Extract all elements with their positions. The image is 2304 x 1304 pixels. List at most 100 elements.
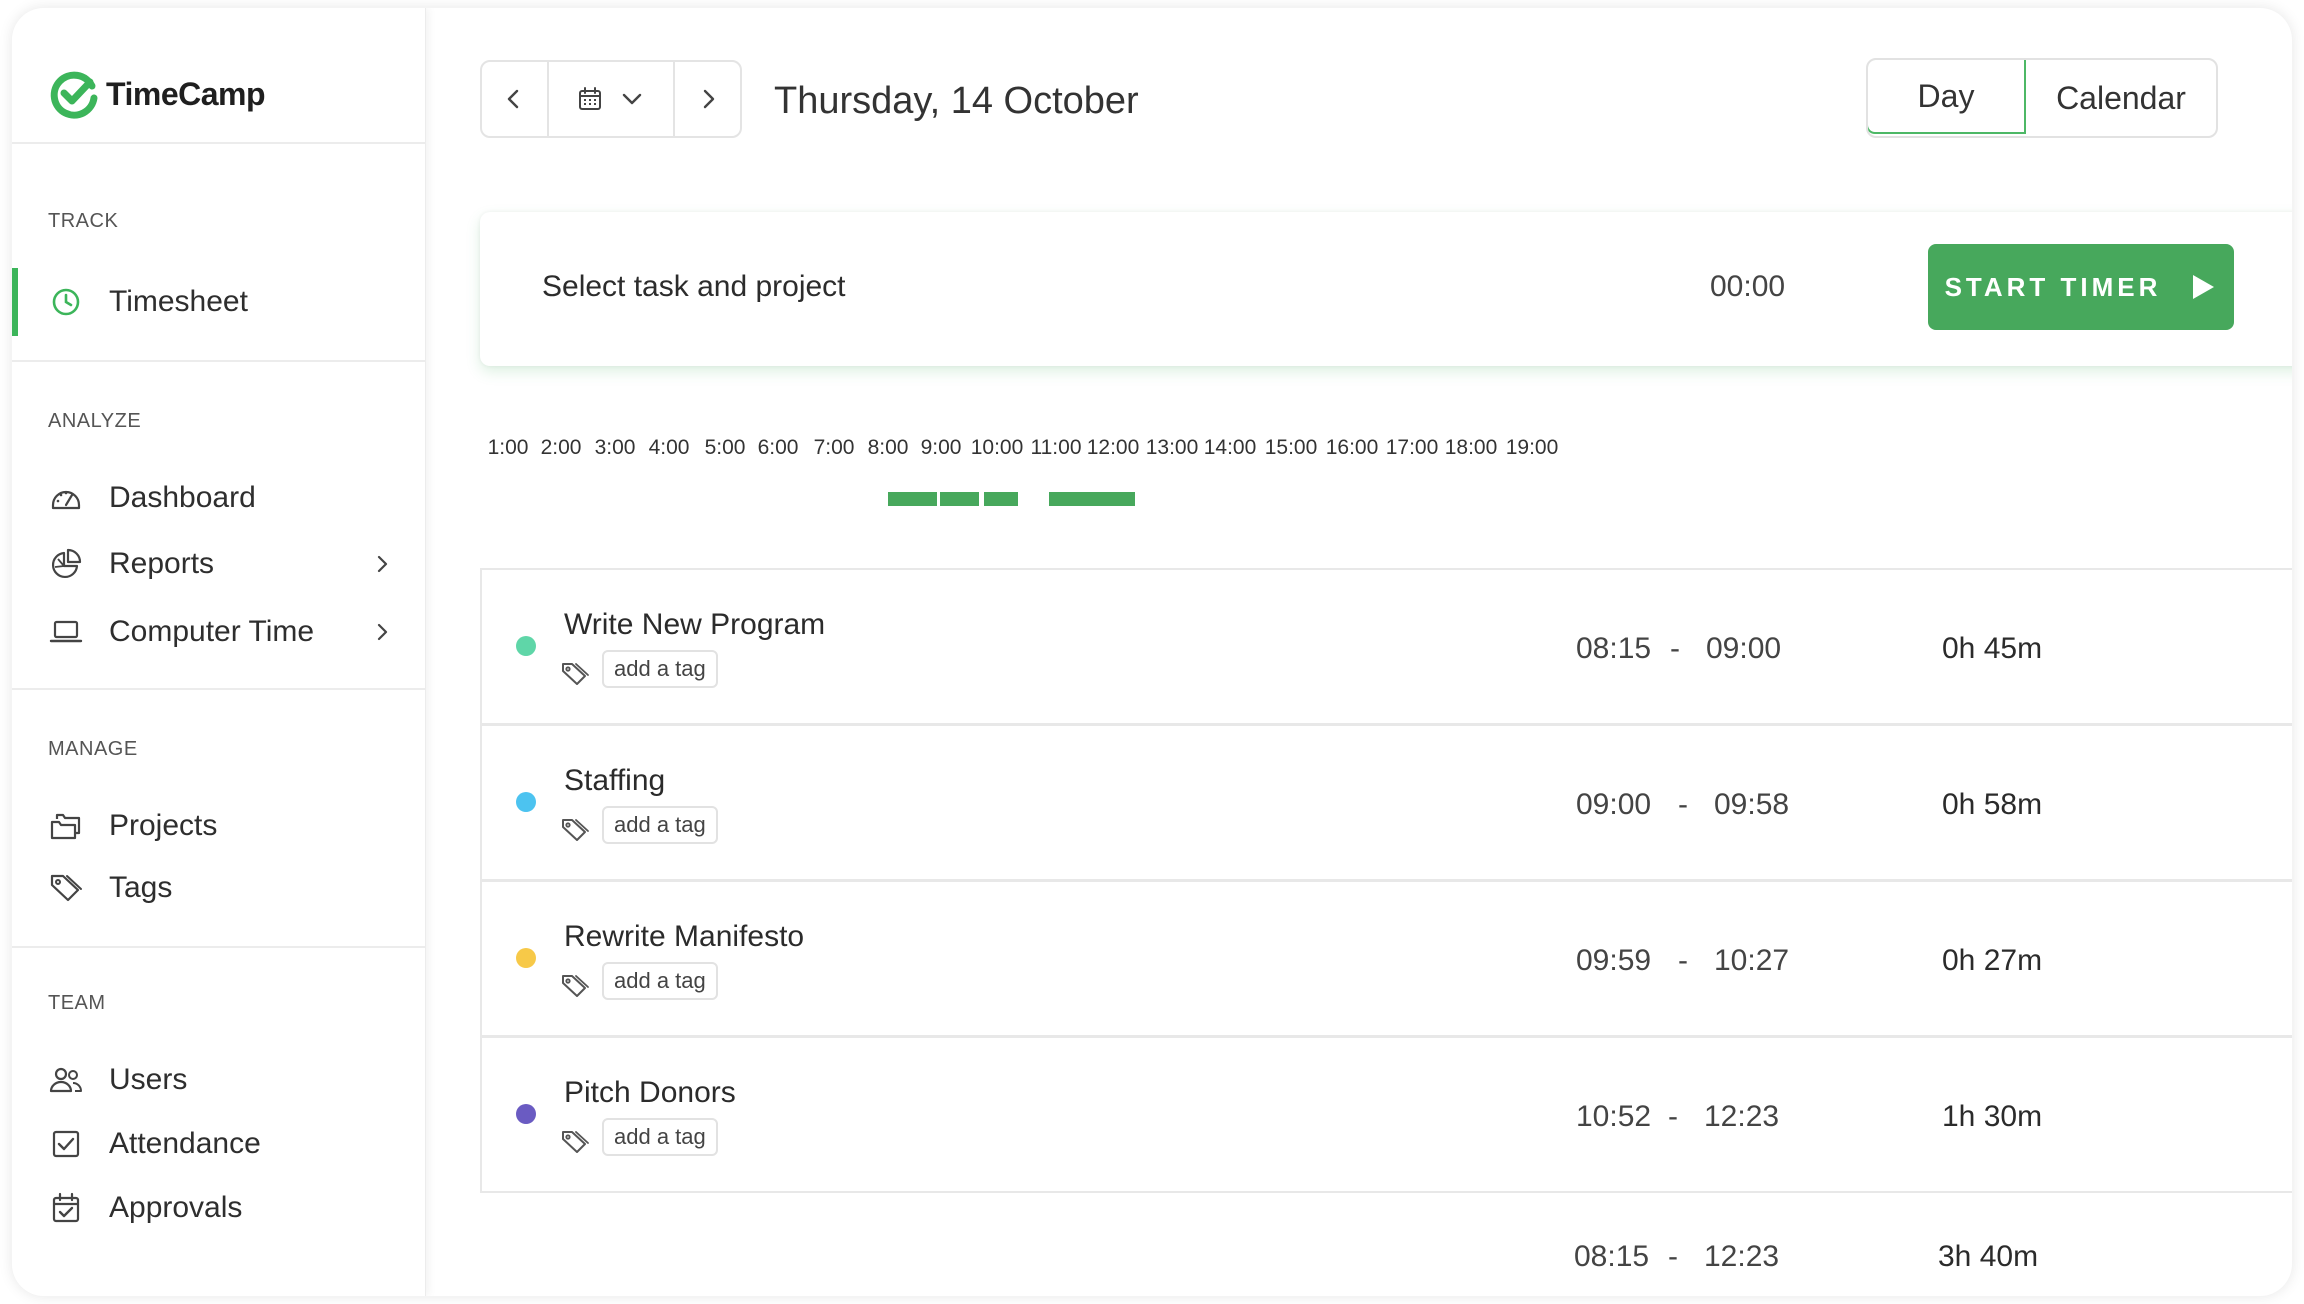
timeline-hour-label: 16:00 [1325, 436, 1379, 459]
checkbox-icon [48, 1126, 84, 1162]
sidebar-item-timesheet[interactable]: Timesheet [12, 268, 426, 336]
timeline-hour-label: 2:00 [540, 436, 582, 459]
sidebar-item-tags[interactable]: Tags [12, 860, 426, 916]
table-row[interactable]: Staffing add a tag 09:00-09:58 0h 58m [480, 724, 2292, 881]
entry-start-time[interactable]: 10:52 [1576, 1100, 1651, 1134]
timeline-hour-label: 19:00 [1505, 436, 1559, 459]
timeline-entry-bar[interactable] [984, 492, 1018, 506]
task-name[interactable]: Staffing [564, 764, 665, 798]
timeline-hour-label: 14:00 [1203, 436, 1257, 459]
project-color-dot [516, 948, 536, 968]
entry-end-time[interactable]: 10:27 [1714, 944, 1789, 978]
sidebar-item-label: Dashboard [109, 481, 256, 514]
sidebar-item-label: Approvals [109, 1191, 243, 1224]
timer-bar: Select task and project 00:00 START TIME… [480, 212, 2292, 366]
timeline-hour-label: 12:00 [1086, 436, 1140, 459]
project-color-dot [516, 792, 536, 812]
timeline-hour-label: 9:00 [920, 436, 962, 459]
folders-icon [48, 808, 84, 844]
tab-calendar[interactable]: Calendar [2026, 60, 2216, 136]
calendar-check-icon [48, 1190, 84, 1226]
task-project-selector[interactable]: Select task and project [542, 270, 846, 304]
task-name[interactable]: Pitch Donors [564, 1076, 736, 1110]
timeline-hour-label: 13:00 [1145, 436, 1199, 459]
entry-start-time[interactable]: 09:59 [1576, 944, 1651, 978]
date-picker-button[interactable] [549, 62, 676, 136]
chevron-right-icon [377, 623, 388, 641]
page-title: Thursday, 14 October [774, 80, 1139, 122]
timeline-hour-label: 6:00 [757, 436, 799, 459]
logo-text: TimeCamp [106, 75, 266, 112]
timeline-hour-label: 18:00 [1444, 436, 1498, 459]
table-row[interactable]: Pitch Donors add a tag 10:52-12:23 1h 30m [480, 1036, 2292, 1193]
sidebar-item-attendance[interactable]: Attendance [12, 1116, 426, 1172]
sidebar-item-approvals[interactable]: Approvals [12, 1180, 426, 1236]
section-label-track: TRACK [48, 210, 119, 232]
task-name[interactable]: Write New Program [564, 608, 825, 642]
timeline-hour-label: 3:00 [594, 436, 636, 459]
gauge-icon [48, 480, 84, 516]
timer-clock: 00:00 [1710, 270, 1786, 303]
add-tag-button[interactable]: add a tag [602, 806, 718, 844]
table-row[interactable]: Write New Program add a tag 08:15-09:00 0h … [480, 568, 2292, 725]
timeline-hour-label: 1:00 [487, 436, 529, 459]
active-indicator [12, 268, 18, 336]
add-tag-button[interactable]: add a tag [602, 650, 718, 688]
entry-end-time[interactable]: 12:23 [1704, 1100, 1779, 1134]
tag-icon [48, 870, 84, 906]
logo[interactable]: TimeCamp [48, 64, 266, 124]
time-separator: - [1670, 632, 1680, 665]
play-icon [2193, 275, 2215, 299]
tab-day[interactable]: Day [1868, 60, 2026, 134]
section-label-team: TEAM [48, 992, 106, 1014]
next-day-button[interactable] [675, 62, 740, 136]
sidebar: TimeCamp TRACK Timesheet ANALYZE Dashboa… [12, 8, 426, 1296]
tag-icon [562, 663, 589, 685]
sidebar-item-label: Tags [109, 871, 173, 904]
timeline-hour-label: 15:00 [1264, 436, 1318, 459]
entry-duration[interactable]: 0h 58m [1942, 788, 2042, 822]
add-tag-button[interactable]: add a tag [602, 962, 718, 1000]
timeline-hour-label: 11:00 [1030, 436, 1082, 459]
sidebar-item-users[interactable]: Users [12, 1052, 426, 1108]
tag-icon [562, 819, 589, 841]
entry-duration[interactable]: 0h 27m [1942, 944, 2042, 978]
time-separator: - [1668, 1100, 1678, 1133]
start-timer-button[interactable]: START TIMER [1928, 244, 2234, 330]
timeline-entry-bar[interactable] [940, 492, 979, 506]
task-name[interactable]: Rewrite Manifesto [564, 920, 804, 954]
sidebar-item-label: Projects [109, 809, 218, 842]
total-end-time: 12:23 [1704, 1240, 1780, 1273]
timeline-entry-bar[interactable] [888, 492, 937, 506]
chevron-down-icon [622, 93, 642, 105]
entry-duration[interactable]: 1h 30m [1942, 1100, 2042, 1134]
timeline-hour-label: 4:00 [648, 436, 690, 459]
chevron-left-icon [508, 89, 519, 109]
app-window: TimeCamp TRACK Timesheet ANALYZE Dashboa… [12, 8, 2292, 1296]
timeline-hour-label: 10:00 [970, 436, 1024, 459]
previous-day-button[interactable] [482, 62, 549, 136]
entry-start-time[interactable]: 08:15 [1576, 632, 1651, 666]
total-duration: 3h 40m [1938, 1240, 2039, 1273]
view-toggle: Day Calendar [1866, 58, 2218, 138]
pie-chart-icon [48, 546, 84, 582]
time-separator: - [1678, 944, 1688, 977]
entry-duration[interactable]: 0h 45m [1942, 632, 2042, 666]
sidebar-item-projects[interactable]: Projects [12, 798, 426, 854]
add-tag-button[interactable]: add a tag [602, 1118, 718, 1156]
timeline-entry-bar[interactable] [1049, 492, 1135, 506]
sidebar-item-computer-time[interactable]: Computer Time [12, 604, 426, 660]
table-row[interactable]: Rewrite Manifesto add a tag 09:59-10:27 0h … [480, 880, 2292, 1037]
sidebar-divider [12, 946, 426, 948]
sidebar-item-reports[interactable]: Reports [12, 536, 426, 592]
tag-icon [562, 975, 589, 997]
chevron-right-icon [377, 555, 388, 573]
timeline-hour-label: 5:00 [704, 436, 746, 459]
sidebar-divider [12, 360, 426, 362]
sidebar-item-dashboard[interactable]: Dashboard [12, 470, 426, 526]
entry-start-time[interactable]: 09:00 [1576, 788, 1651, 822]
entry-end-time[interactable]: 09:00 [1706, 632, 1781, 666]
section-label-manage: MANAGE [48, 738, 138, 760]
entry-end-time[interactable]: 09:58 [1714, 788, 1789, 822]
total-row: 08:15 - 12:23 3h 40m [480, 1240, 2292, 1280]
